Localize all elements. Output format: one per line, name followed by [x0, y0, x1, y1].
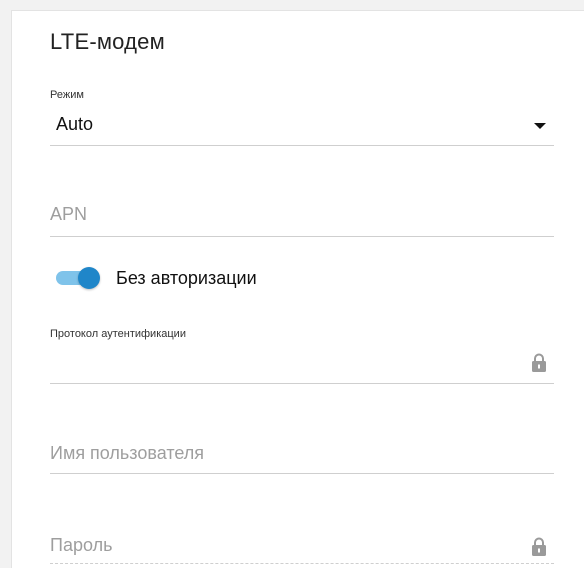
lock-icon — [532, 353, 546, 372]
auth-protocol-underline — [50, 383, 554, 384]
password-placeholder: Пароль — [50, 535, 113, 555]
mode-underline — [50, 145, 554, 146]
lock-icon — [532, 537, 546, 556]
apn-placeholder: APN — [50, 204, 88, 224]
toggle-knob — [78, 267, 100, 289]
apn-underline — [50, 236, 554, 237]
auth-protocol-label: Протокол аутентификации — [50, 328, 186, 340]
section-title: LTE-модем — [50, 29, 165, 54]
lte-modem-card: LTE-модем Режим Auto APN Без авторизации… — [11, 10, 584, 568]
mode-label: Режим — [50, 89, 84, 101]
password-underline — [50, 563, 554, 564]
username-underline — [50, 473, 554, 474]
no-auth-label: Без авторизации — [116, 268, 257, 288]
no-auth-toggle[interactable] — [56, 267, 102, 289]
mode-value: Auto — [56, 114, 94, 134]
username-placeholder: Имя пользователя — [50, 443, 205, 463]
chevron-down-icon[interactable] — [534, 123, 546, 129]
